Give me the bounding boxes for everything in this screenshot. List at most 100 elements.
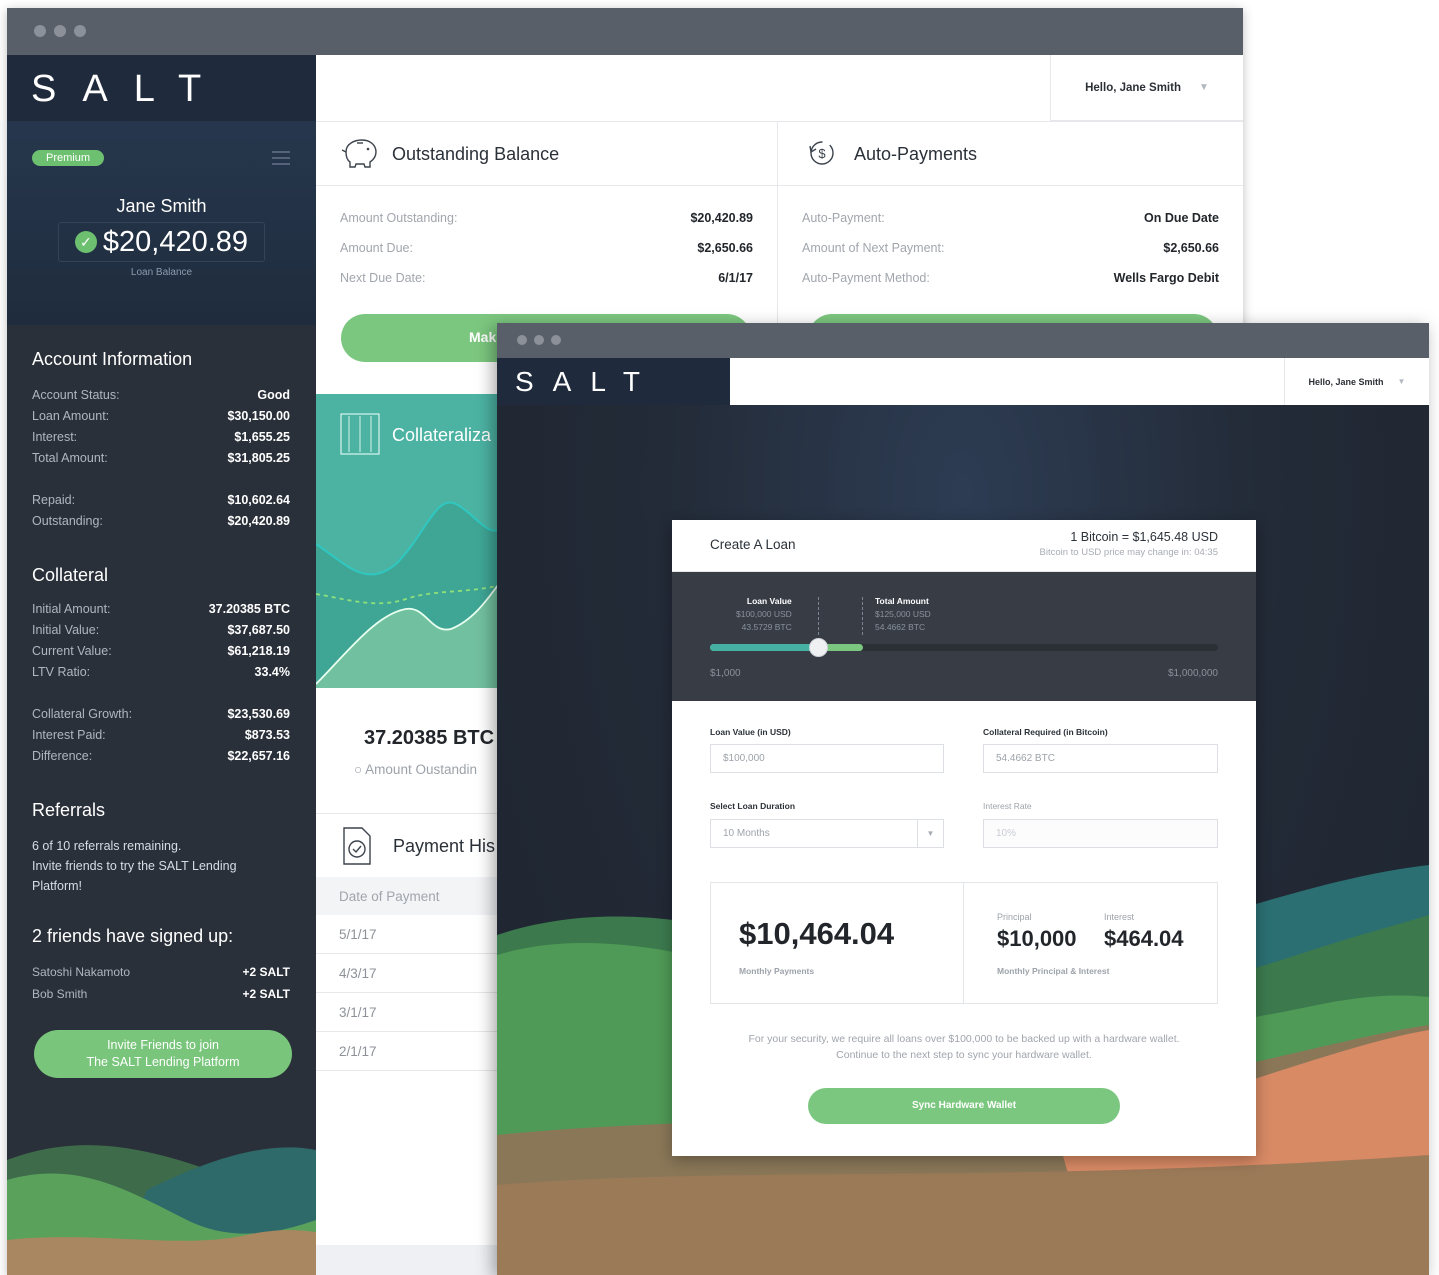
- account-row: Account Status: Good: [32, 388, 290, 402]
- loan-duration-select[interactable]: 10 Months ▼: [710, 819, 944, 848]
- minimize-window-button[interactable]: [54, 25, 66, 37]
- outstanding-row: Next Due Date: 6/1/17: [340, 271, 753, 285]
- monthly-payment-label: Monthly Payments: [739, 966, 815, 976]
- collateralization-title: Collateraliza: [392, 425, 492, 445]
- collateralization-panel: Collateraliza: [316, 394, 506, 688]
- outstanding-title: Outstanding Balance: [392, 144, 560, 164]
- greeting: Hello, Jane Smith: [1085, 81, 1181, 94]
- payment-history-title: Payment His: [393, 836, 496, 856]
- invite-friends-button[interactable]: Invite Friends to join The SALT Lending …: [34, 1030, 292, 1078]
- window-controls: [517, 335, 561, 345]
- slider-handle[interactable]: [809, 638, 828, 657]
- autopay-card: $ Auto-Payments Auto-Payment: On Due Date…: [778, 122, 1243, 362]
- principal-interest-label: Monthly Principal & Interest: [997, 966, 1110, 976]
- sidebar: SALT Premium Jane Smith ✓ $20,420.89 Loa…: [7, 55, 316, 1275]
- btc-total-legend: ○ Amount Oustandin: [354, 762, 477, 777]
- modal-header: Create A Loan 1 Bitcoin = $1,645.48 USD …: [672, 520, 1256, 572]
- outstanding-card-header: Outstanding Balance: [316, 122, 777, 186]
- slider-loan-fill: [710, 644, 820, 651]
- loan-balance-value: $20,420.89: [102, 225, 249, 258]
- principal-heading: Principal: [997, 912, 1032, 922]
- collateral-row: Interest Paid: $873.53: [32, 728, 290, 742]
- sidebar-profile: Premium Jane Smith ✓ $20,420.89 Loan Bal…: [7, 121, 316, 325]
- account-row: Outstanding: $20,420.89: [32, 514, 290, 528]
- security-note: For your security, we require all loans …: [748, 1033, 1180, 1061]
- payment-date-column-header[interactable]: Date of Payment: [316, 877, 506, 915]
- collateral-row: Initial Amount: 37.20385 BTC: [32, 602, 290, 616]
- referrals-remaining: 6 of 10 referrals remaining.: [32, 839, 182, 853]
- user-menu[interactable]: Hello, Jane Smith ▼: [1284, 358, 1429, 405]
- autopay-row: Amount of Next Payment: $2,650.66: [802, 241, 1219, 255]
- friends-signed-title: 2 friends have signed up:: [32, 926, 234, 946]
- user-menu[interactable]: Hello, Jane Smith ▼: [1050, 55, 1243, 121]
- loan-balance-box: ✓ $20,420.89: [58, 222, 265, 262]
- recurring-payment-icon: $: [809, 141, 834, 165]
- close-window-button[interactable]: [34, 25, 46, 37]
- table-row[interactable]: 4/3/17: [316, 954, 506, 993]
- premium-badge: Premium: [32, 150, 105, 166]
- account-row: Repaid: $10,602.64: [32, 493, 290, 507]
- create-loan-window: SALT Hello, Jane Smith ▼ Create A Loan 1…: [497, 323, 1429, 1275]
- autopay-row: Auto-Payment: On Due Date: [802, 211, 1219, 225]
- slider-min-label: $1,000: [710, 668, 741, 679]
- outstanding-card: Outstanding Balance Amount Outstanding: $…: [316, 122, 778, 362]
- close-window-button[interactable]: [517, 335, 527, 345]
- logo-bar: SALT: [7, 55, 316, 121]
- table-row[interactable]: 2/1/17: [316, 1032, 506, 1071]
- top-bar: Hello, Jane Smith ▼: [730, 358, 1429, 405]
- total-amount-marker: [862, 597, 863, 635]
- account-info-title: Account Information: [32, 349, 193, 369]
- loan-value-field-label: Loan Value (in USD): [710, 727, 791, 737]
- hills-illustration: [7, 1145, 316, 1275]
- interest-field-label: Interest Rate: [983, 801, 1032, 811]
- table-row[interactable]: 3/1/17: [316, 993, 506, 1032]
- salt-logo[interactable]: SALT: [31, 68, 227, 111]
- btc-rate: 1 Bitcoin = $1,645.48 USD: [1070, 530, 1218, 544]
- principal-value: $10,000: [997, 926, 1077, 951]
- collateral-row: Collateral Growth: $23,530.69: [32, 707, 290, 721]
- account-row: Interest: $1,655.25: [32, 430, 290, 444]
- logo-bar: SALT: [497, 358, 730, 405]
- piggy-bank-icon: [341, 139, 377, 168]
- loan-slider-panel: Loan Value $100,000 USD 43.5729 BTC Tota…: [672, 572, 1256, 701]
- salt-logo[interactable]: SALT: [515, 366, 659, 398]
- maximize-window-button[interactable]: [551, 335, 561, 345]
- chevron-down-icon: ▼: [1397, 377, 1406, 386]
- check-icon: ✓: [74, 231, 97, 253]
- friend-row: Bob Smith +2 SALT: [32, 987, 290, 1001]
- maximize-window-button[interactable]: [74, 25, 86, 37]
- interest-value: $464.04: [1104, 926, 1184, 951]
- footer-strip: [316, 1245, 506, 1275]
- collateral-input[interactable]: 54.4662 BTC: [983, 744, 1218, 773]
- window-titlebar: [7, 8, 1243, 55]
- sync-hardware-wallet-button[interactable]: Sync Hardware Wallet: [808, 1088, 1120, 1124]
- summary-divider: [963, 883, 964, 1003]
- window-titlebar: [497, 323, 1429, 358]
- interest-heading: Interest: [1104, 912, 1135, 922]
- minimize-window-button[interactable]: [534, 335, 544, 345]
- friend-row: Satoshi Nakamoto +2 SALT: [32, 965, 290, 979]
- slider-loan-value-label: Loan Value $100,000 USD 43.5729 BTC: [736, 596, 792, 632]
- account-row: Loan Amount: $30,150.00: [32, 409, 290, 423]
- payment-history-header: Payment His: [316, 813, 506, 877]
- loan-value-marker: [818, 597, 819, 635]
- modal-title: Create A Loan: [710, 537, 796, 552]
- chevron-down-icon: ▼: [1198, 82, 1209, 93]
- svg-text:$: $: [818, 146, 826, 161]
- autopay-title: Auto-Payments: [854, 144, 978, 164]
- loan-value-input[interactable]: $100,000: [710, 744, 944, 773]
- autopay-card-header: $ Auto-Payments: [778, 122, 1243, 186]
- table-row[interactable]: 5/1/17: [316, 915, 506, 954]
- slider-total-amount-label: Total Amount $125,000 USD 54.4662 BTC: [875, 596, 931, 632]
- collateral-field-label: Collateral Required (in Bitcoin): [983, 727, 1108, 737]
- document-check-icon: [343, 827, 371, 865]
- collateral-row: Difference: $22,657.16: [32, 749, 290, 763]
- menu-icon[interactable]: [272, 151, 290, 169]
- payment-summary: $10,464.04 Monthly Payments Principal $1…: [710, 882, 1218, 1004]
- btc-total-value: 37.20385 BTC: [364, 727, 495, 749]
- duration-field-label: Select Loan Duration: [710, 801, 796, 811]
- collateral-row: Current Value: $61,218.19: [32, 644, 290, 658]
- create-loan-modal: Create A Loan 1 Bitcoin = $1,645.48 USD …: [672, 520, 1256, 1156]
- interest-rate-input: 10%: [983, 819, 1218, 848]
- autopay-row: Auto-Payment Method: Wells Fargo Debit: [802, 271, 1219, 285]
